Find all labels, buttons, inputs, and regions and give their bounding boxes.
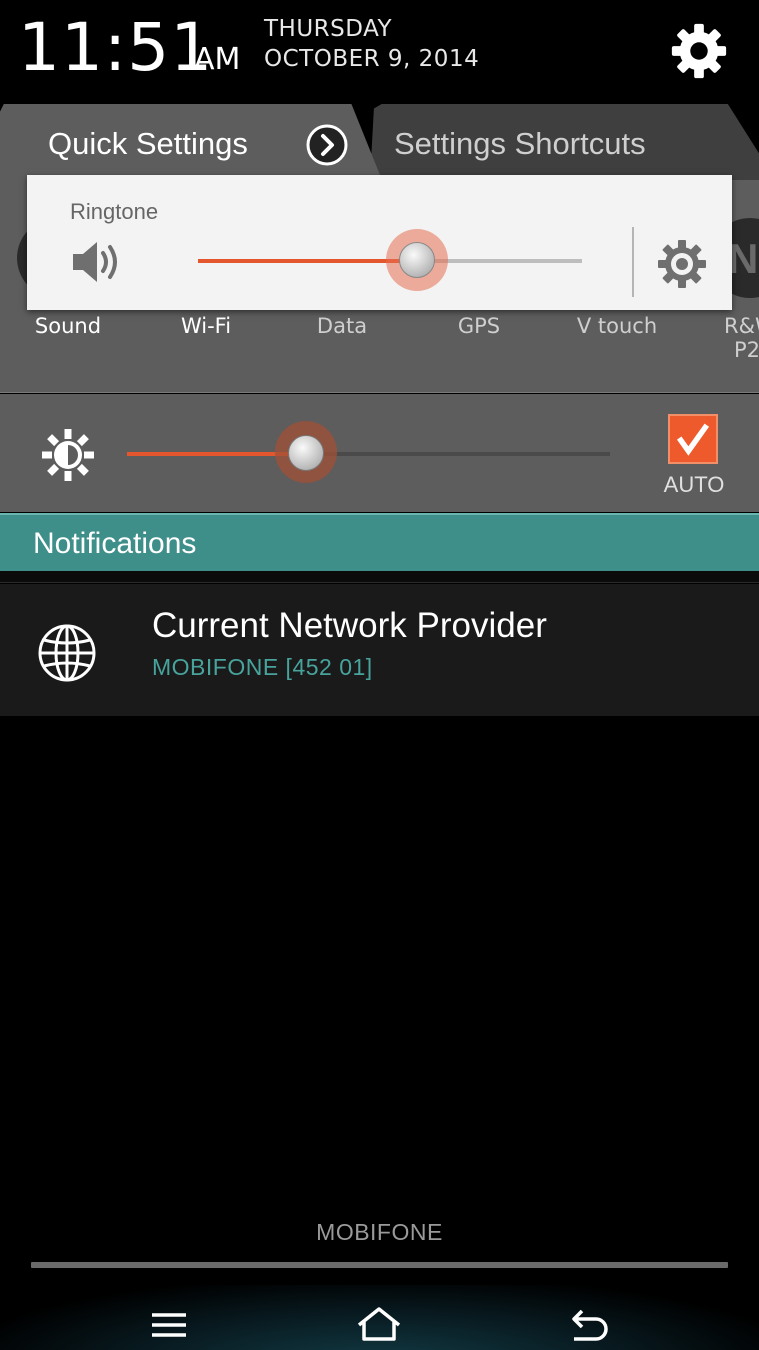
quick-setting-label-wifi: Wi-Fi	[180, 314, 232, 338]
home-icon[interactable]	[355, 1305, 403, 1345]
panel-divider	[0, 392, 759, 393]
ringtone-slider-thumb[interactable]	[398, 242, 435, 278]
ringtone-separator	[632, 227, 634, 297]
date-text: OCTOBER 9, 2014	[264, 46, 480, 72]
menu-icon[interactable]	[145, 1305, 193, 1345]
ringtone-slider[interactable]	[198, 229, 582, 291]
brightness-slider[interactable]	[127, 421, 610, 483]
ringtone-slider-fill	[198, 259, 417, 263]
quick-setting-label-vtouch: V touch	[576, 314, 658, 338]
chevron-right-icon[interactable]	[305, 123, 349, 167]
ringtone-title: Ringtone	[70, 199, 159, 224]
tab-settings-shortcuts[interactable]: Settings Shortcuts	[370, 104, 759, 180]
quick-setting-label-rw-line2: P2	[734, 338, 759, 362]
notification-item[interactable]: Current Network Provider MOBIFONE [452 0…	[0, 584, 759, 716]
auto-brightness-label: AUTO	[663, 472, 725, 497]
globe-icon	[38, 624, 96, 682]
speaker-icon	[73, 242, 117, 282]
notification-subtitle: MOBIFONE [452 01]	[152, 654, 373, 680]
back-icon[interactable]	[566, 1305, 614, 1345]
tab-quick-settings-label: Quick Settings	[48, 126, 248, 161]
quick-setting-label-sound: Sound	[34, 314, 102, 338]
tab-settings-shortcuts-label: Settings Shortcuts	[394, 126, 646, 161]
notifications-header: Notifications	[0, 513, 759, 571]
brightness-slider-thumb[interactable]	[287, 435, 324, 471]
sound-settings-gear-icon[interactable]	[655, 237, 709, 291]
notifications-title: Notifications	[33, 527, 197, 560]
settings-gear-icon[interactable]	[668, 20, 730, 82]
brightness-icon	[42, 429, 94, 481]
day-of-week: THURSDAY	[264, 16, 393, 42]
notifications-gap	[0, 571, 759, 583]
quick-setting-label-rw-line1: R&W	[724, 314, 759, 338]
quick-setting-label-data: Data	[316, 314, 368, 338]
brightness-panel: AUTO	[0, 394, 759, 512]
quick-setting-label-rw: R&W P2	[700, 314, 759, 362]
clock-time: 11:51	[18, 9, 214, 86]
svg-text:NF: NF	[728, 235, 759, 282]
notification-title: Current Network Provider	[152, 606, 547, 645]
carrier-label: MOBIFONE	[316, 1219, 443, 1245]
tab-quick-settings[interactable]: Quick Settings	[0, 104, 382, 180]
clock-ampm: AM	[194, 42, 241, 77]
quick-setting-label-gps: GPS	[457, 314, 501, 338]
drag-handle[interactable]	[31, 1262, 728, 1268]
ringtone-volume-popup: Ringtone	[27, 175, 732, 310]
status-header: 11:51 AM THURSDAY OCTOBER 9, 2014	[0, 0, 759, 100]
navigation-bar	[0, 1285, 759, 1350]
panel-tabs: Settings Shortcuts Quick Settings	[0, 100, 759, 180]
auto-brightness-checkbox[interactable]	[668, 414, 718, 464]
